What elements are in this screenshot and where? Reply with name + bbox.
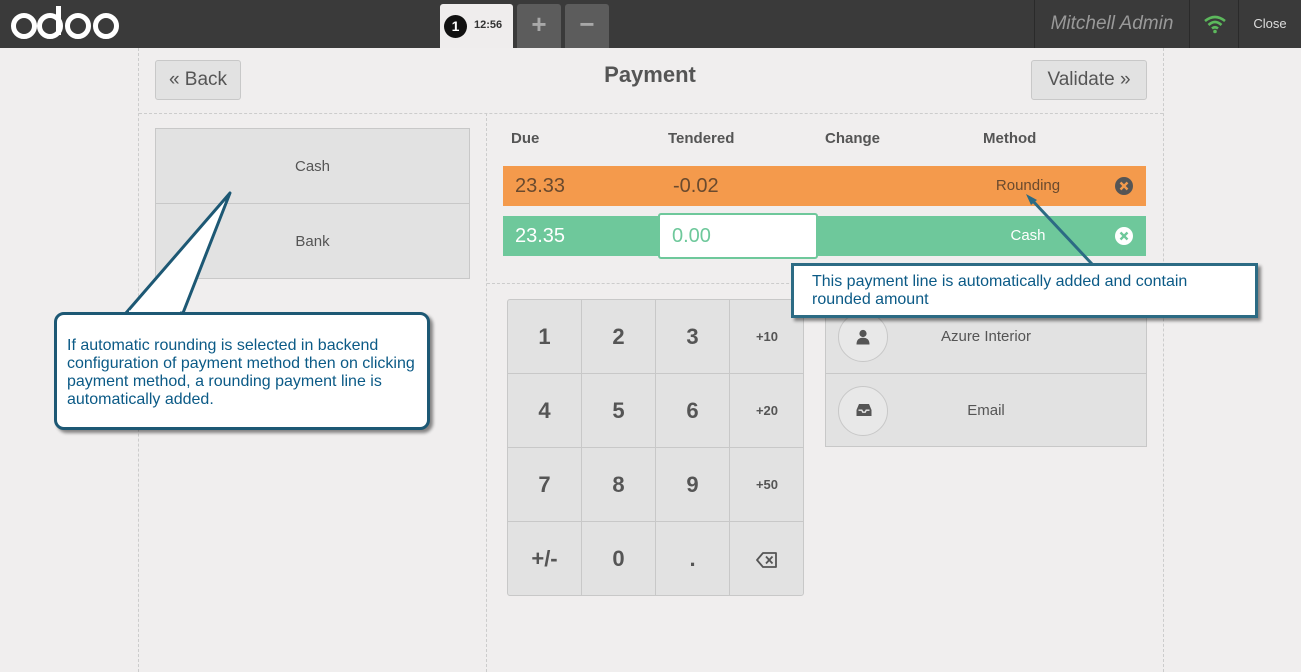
rounding-line-callout: This payment line is automatically added… [791, 263, 1258, 318]
callout-pointer [124, 191, 232, 315]
callout-arrow-line [1029, 197, 1094, 266]
rounding-explanation-callout: If automatic rounding is selected in bac… [54, 312, 430, 430]
